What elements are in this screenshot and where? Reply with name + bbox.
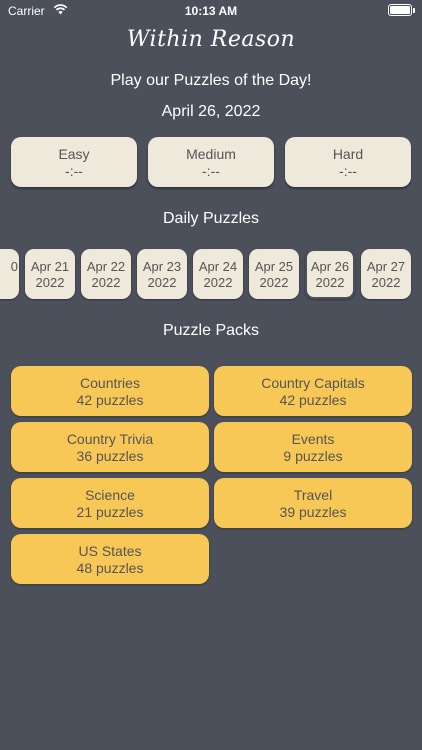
daily-puzzle-tile[interactable]: Apr 23 2022 bbox=[137, 249, 187, 299]
battery-icon bbox=[388, 4, 415, 16]
difficulty-label: Medium bbox=[186, 146, 236, 162]
tile-year: 2022 bbox=[203, 275, 233, 290]
pack-count: 39 puzzles bbox=[279, 504, 347, 520]
pack-count: 42 puzzles bbox=[76, 392, 144, 408]
pack-count: 36 puzzles bbox=[76, 448, 144, 464]
difficulty-time: -:-- bbox=[202, 163, 220, 179]
hard-button[interactable]: Hard -:-- bbox=[285, 137, 411, 187]
difficulty-time: -:-- bbox=[65, 163, 83, 179]
daily-puzzle-tile[interactable]: Apr 21 2022 bbox=[25, 249, 75, 299]
daily-puzzle-tile[interactable]: Apr 24 2022 bbox=[193, 249, 243, 299]
difficulty-label: Easy bbox=[58, 146, 90, 162]
pack-events[interactable]: Events 9 puzzles bbox=[214, 422, 412, 472]
daily-puzzles-carousel[interactable]: 0 Apr 21 2022 Apr 22 2022 Apr 23 2022 Ap… bbox=[0, 247, 422, 301]
tile-year: 2022 bbox=[91, 275, 121, 290]
pack-name: Country Capitals bbox=[261, 375, 365, 391]
pack-name: Countries bbox=[80, 375, 140, 391]
difficulty-time: -:-- bbox=[339, 163, 357, 179]
pack-country-capitals[interactable]: Country Capitals 42 puzzles bbox=[214, 366, 412, 416]
daily-puzzle-tile[interactable]: 0 bbox=[0, 249, 19, 299]
pack-countries[interactable]: Countries 42 puzzles bbox=[11, 366, 209, 416]
tile-date: Apr 23 bbox=[142, 259, 182, 274]
clock: 10:13 AM bbox=[184, 4, 238, 18]
pack-science[interactable]: Science 21 puzzles bbox=[11, 478, 209, 528]
pack-country-trivia[interactable]: Country Trivia 36 puzzles bbox=[11, 422, 209, 472]
tile-year: 2022 bbox=[315, 275, 345, 290]
tile-year: 2022 bbox=[371, 275, 401, 290]
pack-count: 9 puzzles bbox=[283, 448, 343, 464]
tile-date: Apr 25 bbox=[254, 259, 294, 274]
tile-year: 2022 bbox=[147, 275, 177, 290]
medium-button[interactable]: Medium -:-- bbox=[148, 137, 274, 187]
daily-puzzle-tile[interactable]: Apr 27 2022 bbox=[361, 249, 411, 299]
pack-name: Travel bbox=[293, 487, 333, 503]
daily-puzzle-tile[interactable]: Apr 22 2022 bbox=[81, 249, 131, 299]
tile-year: 2022 bbox=[259, 275, 289, 290]
daily-puzzle-tile-today[interactable]: Apr 26 2022 bbox=[305, 249, 355, 299]
pack-count: 48 puzzles bbox=[76, 560, 144, 576]
today-date: April 26, 2022 bbox=[161, 103, 261, 120]
tile-date: Apr 24 bbox=[198, 259, 238, 274]
tile-date: Apr 27 bbox=[366, 259, 406, 274]
pack-us-states[interactable]: US States 48 puzzles bbox=[11, 534, 209, 584]
app-title: Within Reason bbox=[126, 27, 296, 52]
daily-puzzle-tile[interactable]: Apr 25 2022 bbox=[249, 249, 299, 299]
difficulty-label: Hard bbox=[332, 146, 364, 162]
daily-puzzles-heading: Daily Puzzles bbox=[162, 210, 260, 227]
pack-count: 42 puzzles bbox=[279, 392, 347, 408]
tile-date: Apr 21 bbox=[30, 259, 70, 274]
pack-name: Events bbox=[291, 431, 335, 447]
subtitle: Play our Puzzles of the Day! bbox=[110, 72, 312, 89]
tile-date: Apr 26 bbox=[310, 259, 350, 274]
pack-count: 21 puzzles bbox=[76, 504, 144, 520]
pack-name: Science bbox=[85, 487, 135, 503]
pack-name: US States bbox=[78, 543, 142, 559]
easy-button[interactable]: Easy -:-- bbox=[11, 137, 137, 187]
pack-name: Country Trivia bbox=[66, 431, 154, 447]
tile-date: 0 bbox=[10, 259, 18, 274]
tile-year: 2022 bbox=[35, 275, 65, 290]
tile-date: Apr 22 bbox=[86, 259, 126, 274]
status-bar: Carrier 10:13 AM bbox=[0, 0, 422, 22]
puzzle-packs-heading: Puzzle Packs bbox=[162, 322, 260, 339]
pack-travel[interactable]: Travel 39 puzzles bbox=[214, 478, 412, 528]
